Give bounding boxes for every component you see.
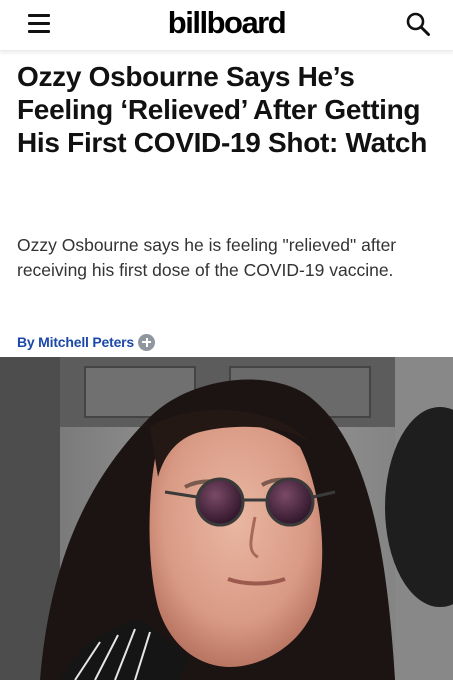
author-byline[interactable]: By Mitchell Peters [17, 331, 155, 353]
top-navigation-bar: billboard [0, 0, 453, 51]
article-hero-image [0, 357, 453, 680]
plus-circle-icon[interactable] [138, 333, 155, 351]
article-dek: Ozzy Osbourne says he is feeling "reliev… [17, 235, 397, 280]
author-name[interactable]: By Mitchell Peters [17, 334, 134, 350]
search-icon[interactable] [405, 11, 431, 37]
site-logo[interactable]: billboard [0, 3, 453, 43]
article-headline: Ozzy Osbourne Says He’s Feeling ‘Relieve… [17, 61, 428, 158]
